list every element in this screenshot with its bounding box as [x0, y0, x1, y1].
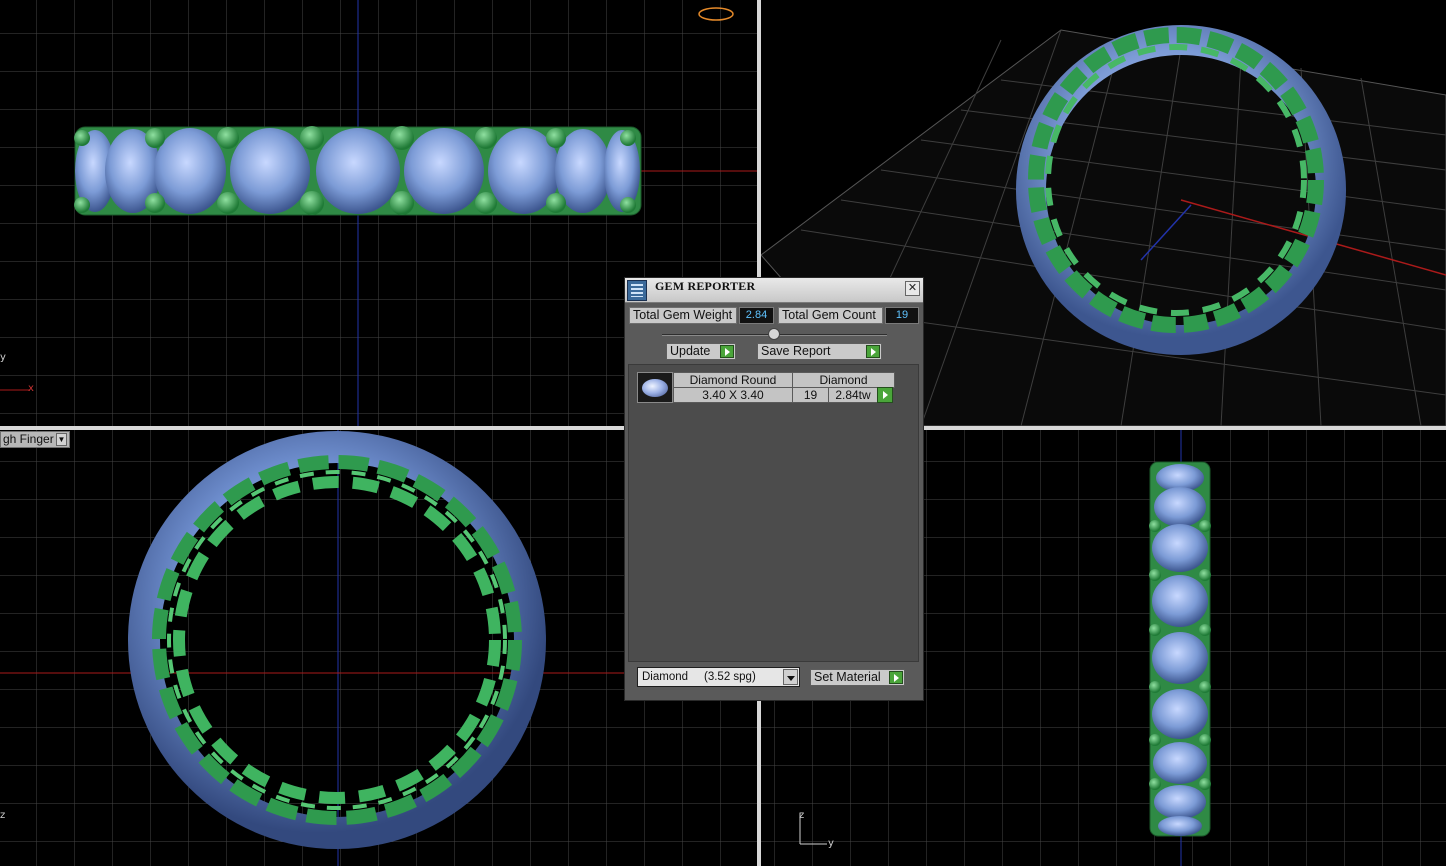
play-arrow-icon	[889, 671, 903, 684]
axis-label-side-y: y	[828, 838, 834, 849]
viewport-view-dropdown[interactable]: gh Finger ▼	[0, 431, 70, 448]
axis-label-side-z: z	[799, 810, 805, 821]
set-material-button[interactable]: Set Material	[810, 669, 905, 686]
chevron-down-icon: ▼	[56, 433, 67, 446]
axis-label-x: x	[28, 383, 34, 394]
gem-list[interactable]: Diamond Round Diamond 3.40 X 3.40 19 2.8…	[628, 364, 919, 662]
gem-reporter-dialog: GEM REPORTER ✕ Total Gem Weight 2.84 Tot…	[624, 277, 924, 701]
update-button-label: Update	[670, 344, 711, 358]
material-select[interactable]: Diamond (3.52 spg)	[637, 667, 800, 687]
axis-label-z: z	[0, 810, 6, 821]
dialog-slider-handle[interactable]	[768, 328, 780, 340]
gem-count-cell: 19	[792, 387, 829, 403]
close-icon: ✕	[907, 282, 918, 294]
gem-shape-cell: Diamond Round	[673, 372, 793, 388]
viewport-view-label: gh Finger	[3, 432, 54, 446]
gem-size-cell: 3.40 X 3.40	[673, 387, 793, 403]
gem-weight-cell: 2.84tw	[828, 387, 878, 403]
chevron-down-icon	[783, 669, 798, 685]
set-material-button-label: Set Material	[814, 670, 881, 684]
dialog-title: GEM REPORTER	[655, 279, 756, 293]
axis-label-y: y	[0, 352, 6, 363]
play-arrow-icon	[720, 345, 734, 358]
total-gem-weight-label: Total Gem Weight	[629, 307, 737, 324]
close-button[interactable]: ✕	[905, 281, 920, 296]
total-gem-weight-value: 2.84	[739, 307, 774, 324]
gem-material-cell: Diamond	[792, 372, 895, 388]
play-arrow-icon	[866, 345, 880, 358]
total-gem-count-value: 19	[885, 307, 919, 324]
total-gem-count-label: Total Gem Count	[778, 307, 883, 324]
gem-row-play-arrow-icon[interactable]	[877, 387, 893, 403]
update-button[interactable]: Update	[666, 343, 736, 360]
dialog-titlebar[interactable]: GEM REPORTER ✕	[625, 278, 923, 303]
save-report-button-label: Save Report	[761, 344, 831, 358]
material-select-value: Diamond (3.52 spg)	[642, 671, 756, 683]
save-report-button[interactable]: Save Report	[757, 343, 882, 360]
diamond-round-thumbnail	[637, 372, 673, 403]
gem-reporter-app-icon	[627, 280, 647, 301]
